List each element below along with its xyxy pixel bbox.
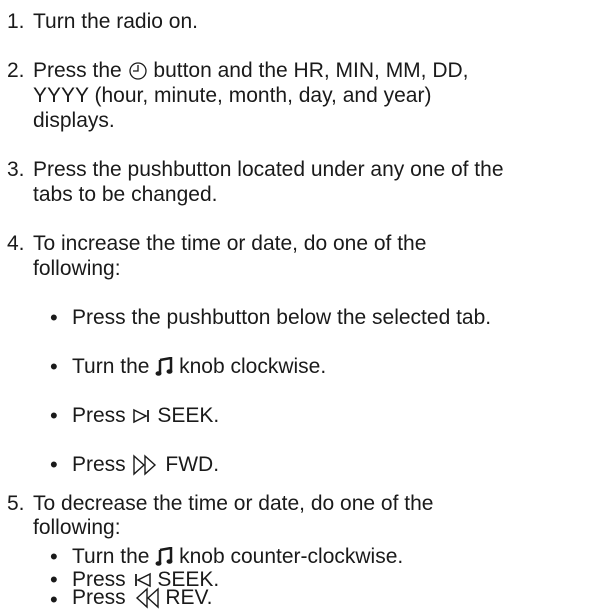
bullet-text-before: Press <box>72 453 126 476</box>
bullet-text-before: Turn the <box>72 545 150 568</box>
seek-forward-icon <box>132 407 152 425</box>
step-2-number: 2. <box>7 59 25 82</box>
bullet-text-after: knob counter-clockwise. <box>179 545 404 568</box>
step-1-number: 1. <box>7 10 25 33</box>
step-4-bullet-1: Press the pushbutton below the selected … <box>72 306 492 329</box>
bullet-text-after: SEEK. <box>157 404 220 427</box>
fast-forward-icon <box>132 454 160 477</box>
clock-icon <box>128 61 148 81</box>
step-5-line-1: To decrease the time or date, do one of … <box>33 492 434 515</box>
bullet-dot: • <box>50 403 58 428</box>
step-2-before: Press the <box>33 59 122 82</box>
step-4-line-2: following: <box>33 257 121 280</box>
step-5-bullet-1: Turn the knob counter-clockwise. <box>72 545 403 569</box>
bullet-text-after: FWD. <box>165 453 220 476</box>
music-note-icon <box>155 547 173 567</box>
bullet-text-before: Press <box>72 586 132 609</box>
bullet-dot: • <box>50 452 58 477</box>
bullet-text-before: Press <box>72 404 126 427</box>
step-2-line-3: displays. <box>33 109 115 132</box>
rewind-icon <box>132 587 160 610</box>
step-2-after: button and the HR, MIN, MM, DD, <box>153 59 469 82</box>
music-note-icon <box>155 357 173 377</box>
step-3-line-1: Press the pushbutton located under any o… <box>33 158 504 181</box>
step-4-bullet-2: Turn the knob clockwise. <box>72 355 326 379</box>
bullet-dot: • <box>50 587 58 612</box>
bullet-text-after: REV. <box>159 586 213 609</box>
step-3-number: 3. <box>7 158 25 181</box>
step-4-line-1: To increase the time or date, do one of … <box>33 232 427 255</box>
step-4-number: 4. <box>7 232 25 255</box>
step-4-bullet-3: Press SEEK. <box>72 404 219 428</box>
bullet-dot: • <box>50 544 58 569</box>
step-3-line-2: tabs to be changed. <box>33 183 218 206</box>
step-4-bullet-4: Press FWD. <box>72 453 219 477</box>
step-1-text: Turn the radio on. <box>33 10 198 33</box>
step-2-line-1: Press the button and the HR, MIN, MM, DD… <box>33 59 469 83</box>
step-5-line-2: following: <box>33 516 121 539</box>
bullet-dot: • <box>50 354 58 379</box>
step-5-number: 5. <box>7 492 25 515</box>
bullet-text-after: knob clockwise. <box>179 355 327 378</box>
bullet-text-before: Turn the <box>72 355 150 378</box>
step-2-line-2: YYYY (hour, minute, month, day, and year… <box>33 84 432 107</box>
bullet-dot: • <box>50 305 58 330</box>
step-5-bullet-3: Press REV. <box>72 586 212 610</box>
instruction-page: 1. Turn the radio on. 2. Press the butto… <box>0 0 590 612</box>
